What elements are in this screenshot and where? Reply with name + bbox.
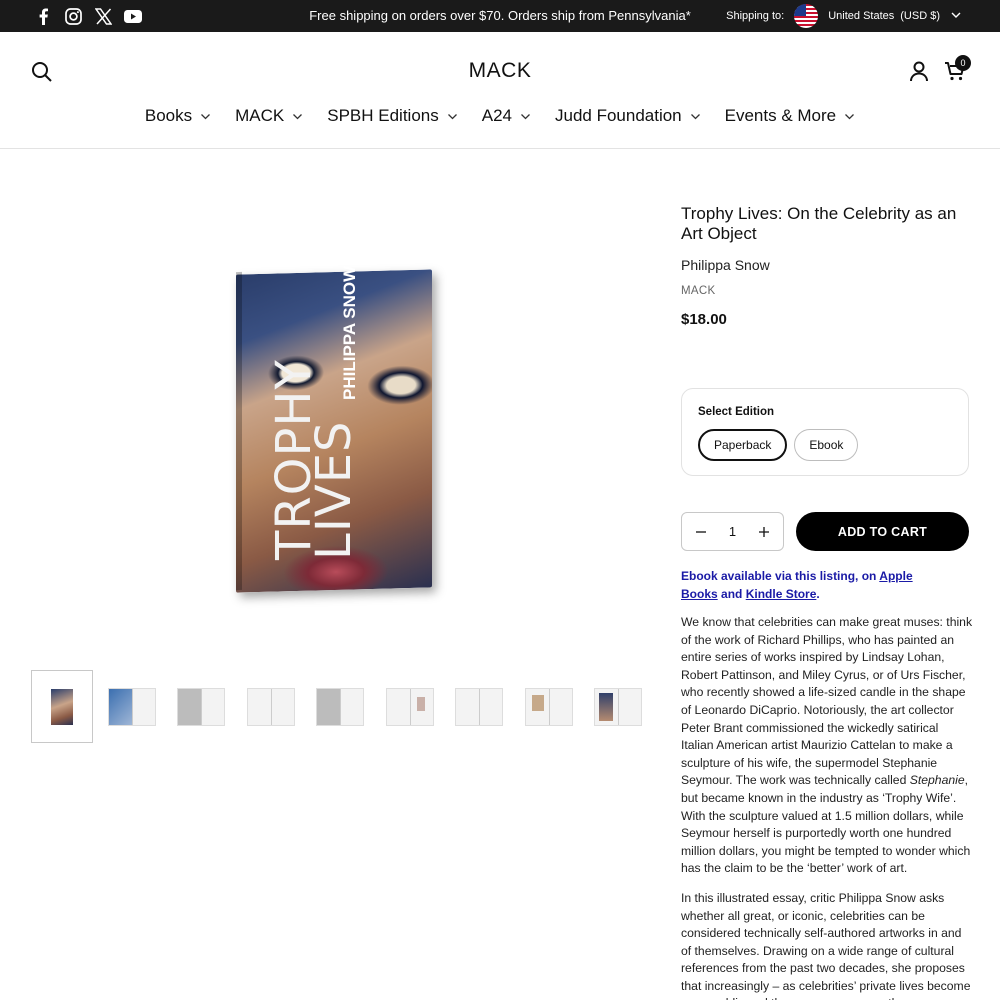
edition-selector: Select Edition Paperback Ebook — [681, 388, 969, 476]
product-description: We know that celebrities can make great … — [681, 614, 973, 1000]
edition-label: Select Edition — [698, 406, 775, 418]
chevron-down-icon — [521, 113, 530, 119]
site-header: MACK 0 Books MACK SPBH Editions A24 Judd… — [0, 32, 1000, 149]
ebook-note-suffix: . — [816, 587, 820, 601]
nav-label: Events & More — [724, 106, 837, 125]
chevron-down-icon — [690, 113, 700, 119]
product-publisher: MACK — [681, 285, 716, 297]
plus-icon[interactable] — [757, 525, 771, 539]
chevron-down-icon — [201, 113, 211, 119]
nav-label: Books — [144, 106, 193, 125]
nav-item-mack[interactable]: MACK — [235, 106, 303, 126]
thumbnail-image — [246, 687, 295, 726]
nav-item-books[interactable]: Books — [145, 106, 211, 126]
thumbnail-5[interactable] — [309, 670, 371, 743]
cart-count-badge: 0 — [955, 55, 971, 71]
shipping-selector: Shipping to: United States (USD $) — [726, 4, 966, 28]
thumbnail-1[interactable] — [31, 670, 93, 743]
cover-title: TROPHY LIVES — [248, 292, 418, 572]
thumbnail-image — [177, 687, 225, 726]
currency-label: (USD $) — [900, 10, 940, 22]
quantity-stepper: 1 — [681, 512, 784, 551]
chevron-down-icon — [447, 113, 457, 119]
thumbnail-image — [594, 687, 642, 726]
nav-item-a24[interactable]: A24 — [482, 106, 531, 126]
product-author[interactable]: Philippa Snow — [681, 257, 971, 273]
ebook-note-prefix: Ebook available via this listing, on — [681, 569, 880, 583]
edition-option-ebook[interactable]: Ebook — [794, 429, 859, 461]
nav-label: SPBH Editions — [327, 106, 439, 125]
product-main-image[interactable]: TROPHY LIVES PHILIPPA SNOW — [236, 266, 436, 594]
thumbnail-4[interactable] — [240, 670, 302, 743]
announcement-bar: Free shipping on orders over $70. Orders… — [0, 0, 1000, 32]
description-text: , but became known in the industry as ‘T… — [681, 773, 971, 876]
add-to-cart-button[interactable]: ADD TO CART — [796, 512, 969, 551]
kindle-store-link[interactable]: Kindle Store — [746, 587, 817, 601]
thumbnail-3[interactable] — [170, 670, 232, 743]
country-dropdown[interactable]: United States (USD $) — [828, 10, 966, 22]
shipping-label: Shipping to: — [726, 10, 785, 22]
thumbnail-image — [455, 687, 503, 726]
nav-label: A24 — [481, 106, 512, 125]
description-paragraph: We know that celebrities can make great … — [681, 614, 973, 878]
ebook-availability-note: Ebook available via this listing, on App… — [681, 567, 921, 603]
description-text: We know that celebrities can make great … — [681, 615, 973, 788]
thumbnail-image — [107, 687, 156, 726]
nav-item-spbh-editions[interactable]: SPBH Editions — [327, 106, 458, 126]
description-emphasis: Stephanie — [909, 773, 965, 788]
main-nav: Books MACK SPBH Editions A24 Judd Founda… — [0, 106, 1000, 126]
country-name: United States — [828, 10, 895, 22]
cover-author: PHILIPPA SNOW — [340, 265, 359, 400]
product-info: Trophy Lives: On the Celebrity as an Art… — [681, 204, 971, 328]
nav-label: Judd Foundation — [554, 106, 682, 125]
thumbnail-7[interactable] — [448, 670, 510, 743]
thumbnail-image — [524, 687, 573, 726]
quantity-value[interactable]: 1 — [729, 524, 736, 539]
cover-title-line2: LIVES — [306, 420, 362, 560]
thumbnail-6[interactable] — [379, 670, 441, 743]
product-price: $18.00 — [681, 311, 727, 328]
chevron-down-icon — [293, 113, 303, 119]
nav-item-judd-foundation[interactable]: Judd Foundation — [555, 106, 701, 126]
nav-label: MACK — [235, 106, 285, 125]
chevron-down-icon — [845, 113, 855, 119]
thumbnail-image — [316, 687, 364, 726]
product-title: Trophy Lives: On the Celebrity as an Art… — [681, 204, 957, 243]
site-logo[interactable]: MACK — [0, 59, 1000, 83]
thumbnail-9[interactable] — [587, 670, 649, 743]
account-icon[interactable] — [908, 60, 930, 82]
description-paragraph: In this illustrated essay, critic Philip… — [681, 890, 971, 1000]
nav-item-events-more[interactable]: Events & More — [725, 106, 856, 126]
thumbnail-image — [51, 688, 73, 725]
minus-icon[interactable] — [694, 525, 708, 539]
thumbnail-2[interactable] — [101, 670, 163, 743]
us-flag-icon — [794, 4, 819, 28]
edition-option-paperback[interactable]: Paperback — [698, 429, 788, 461]
ebook-note-middle: and — [717, 587, 746, 601]
chevron-down-icon — [951, 12, 961, 18]
thumbnail-image — [385, 687, 434, 726]
thumbnail-8[interactable] — [518, 670, 580, 743]
book-spine — [236, 271, 242, 591]
thumbnail-strip — [31, 670, 657, 743]
